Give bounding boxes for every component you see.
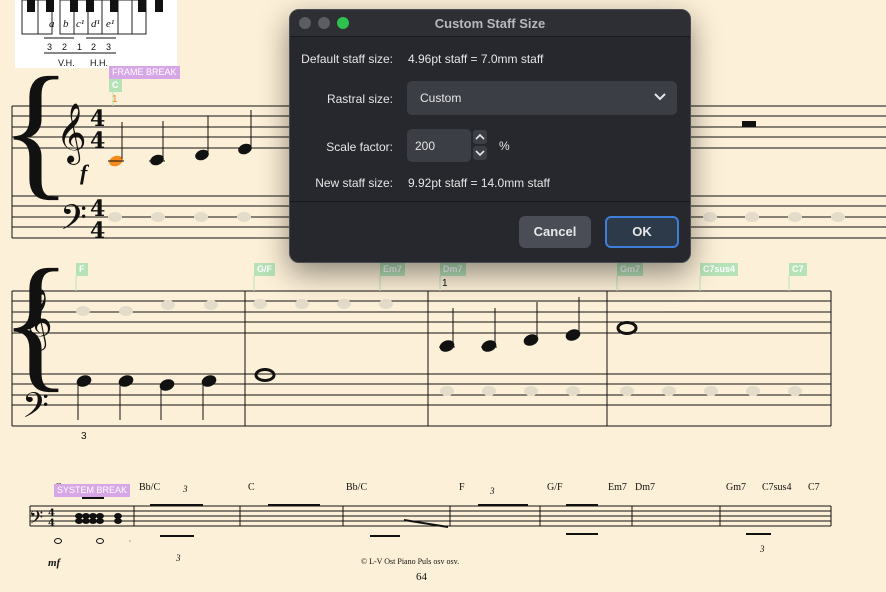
svg-text:Dm7: Dm7 [635,482,655,493]
tuplet-number: 3 [182,484,188,494]
svg-text:Bb/C: Bb/C [139,482,160,493]
tuplet-number: 3 [489,486,495,496]
frame-break-tag[interactable]: FRAME BREAK [109,66,180,79]
chevron-up-icon [475,133,485,140]
scale-factor-value: 200 [415,139,436,153]
fingering: 1 [442,278,448,289]
chord-tag-c[interactable]: C [109,79,122,92]
scale-factor-stepper[interactable] [473,130,487,161]
dialog-footer: Cancel OK [290,201,690,262]
svg-text:C7: C7 [808,482,820,493]
chevron-down-icon [654,93,666,101]
svg-text:C7sus4: C7sus4 [762,482,791,493]
chord-tag[interactable]: C7 [789,263,807,276]
scale-factor-input[interactable]: 200 [407,129,471,162]
percent-unit: % [499,139,510,153]
chevron-down-icon [475,150,485,157]
chord-tag[interactable]: Dm7 [440,263,466,276]
svg-text:F: F [459,482,465,493]
tuplet-number: 3 [759,544,765,554]
notes-system-2[interactable] [76,297,802,420]
time-signature: 44 44 [90,106,105,244]
svg-text:4: 4 [90,218,105,244]
fingering: 2 [91,42,96,52]
key-label: d¹ [91,18,100,30]
default-staff-size-value: 4.96pt staff = 7.0mm staff [408,52,544,66]
svg-text:Bb/C: Bb/C [346,482,367,493]
ok-button[interactable]: OK [605,216,679,248]
fingering: 1 [77,42,82,52]
svg-text:4: 4 [48,518,55,529]
dynamic-marking[interactable]: f [80,160,90,185]
key-label: b [63,18,69,30]
page-number: 64 [416,571,428,583]
key-label: c¹ [76,18,84,30]
custom-staff-size-dialog: Custom Staff Size Default staff size: 4.… [289,9,691,263]
key-label: a [49,18,55,30]
dynamic-marking[interactable]: mf [48,557,62,569]
system-3 [29,505,832,527]
bass-clef: 𝄢 [29,507,43,532]
tuplet-number: 3 [175,553,181,563]
svg-text:Gm7: Gm7 [726,482,746,493]
dialog-title: Custom Staff Size [434,16,546,31]
fingering: 3 [81,431,87,442]
stepper-up-button[interactable] [473,130,487,144]
copyright: © L-V Ost Piano Puls osv osv. [361,557,459,566]
hand-label: H.H. [90,58,108,68]
key-label: e¹ [106,18,114,30]
treble-clef: 𝄞 [22,289,53,351]
system-break-tag[interactable]: SYSTEM BREAK [54,484,131,497]
chord-tag[interactable]: G/F [254,263,275,276]
bass-clef: 𝄢 [22,388,49,434]
default-staff-size-label: Default staff size: [301,52,393,66]
new-staff-size-label: New staff size: [315,176,393,190]
chord-tag[interactable]: C7sus4 [700,263,739,276]
system-3-chords: C Bb/C C Bb/C F G/F Em7 Dm7 Gm7 C7sus4 C… [55,482,820,493]
svg-text:4: 4 [90,128,105,154]
svg-text:G/F: G/F [547,482,563,493]
time-signature: 44 [48,508,55,529]
chord-tag[interactable]: Gm7 [617,263,644,276]
stepper-down-button[interactable] [473,146,487,160]
treble-clef: 𝄞 [56,103,87,165]
chord-tag[interactable]: Em7 [380,263,406,276]
system-2 [11,290,832,427]
rastral-size-value: Custom [420,91,462,105]
scale-factor-label: Scale factor: [326,140,393,154]
svg-text:C: C [248,482,255,493]
rastral-size-select[interactable]: Custom [407,81,677,115]
new-staff-size-value: 9.92pt staff = 14.0mm staff [408,176,550,190]
chord-tag[interactable]: F [76,263,88,276]
cancel-button[interactable]: Cancel [519,216,591,248]
rehearsal-number: 1 [112,94,118,105]
dialog-titlebar[interactable]: Custom Staff Size [290,10,690,37]
fingering: 3 [106,42,111,52]
svg-text:Em7: Em7 [608,482,627,493]
rastral-size-label: Rastral size: [326,92,393,106]
